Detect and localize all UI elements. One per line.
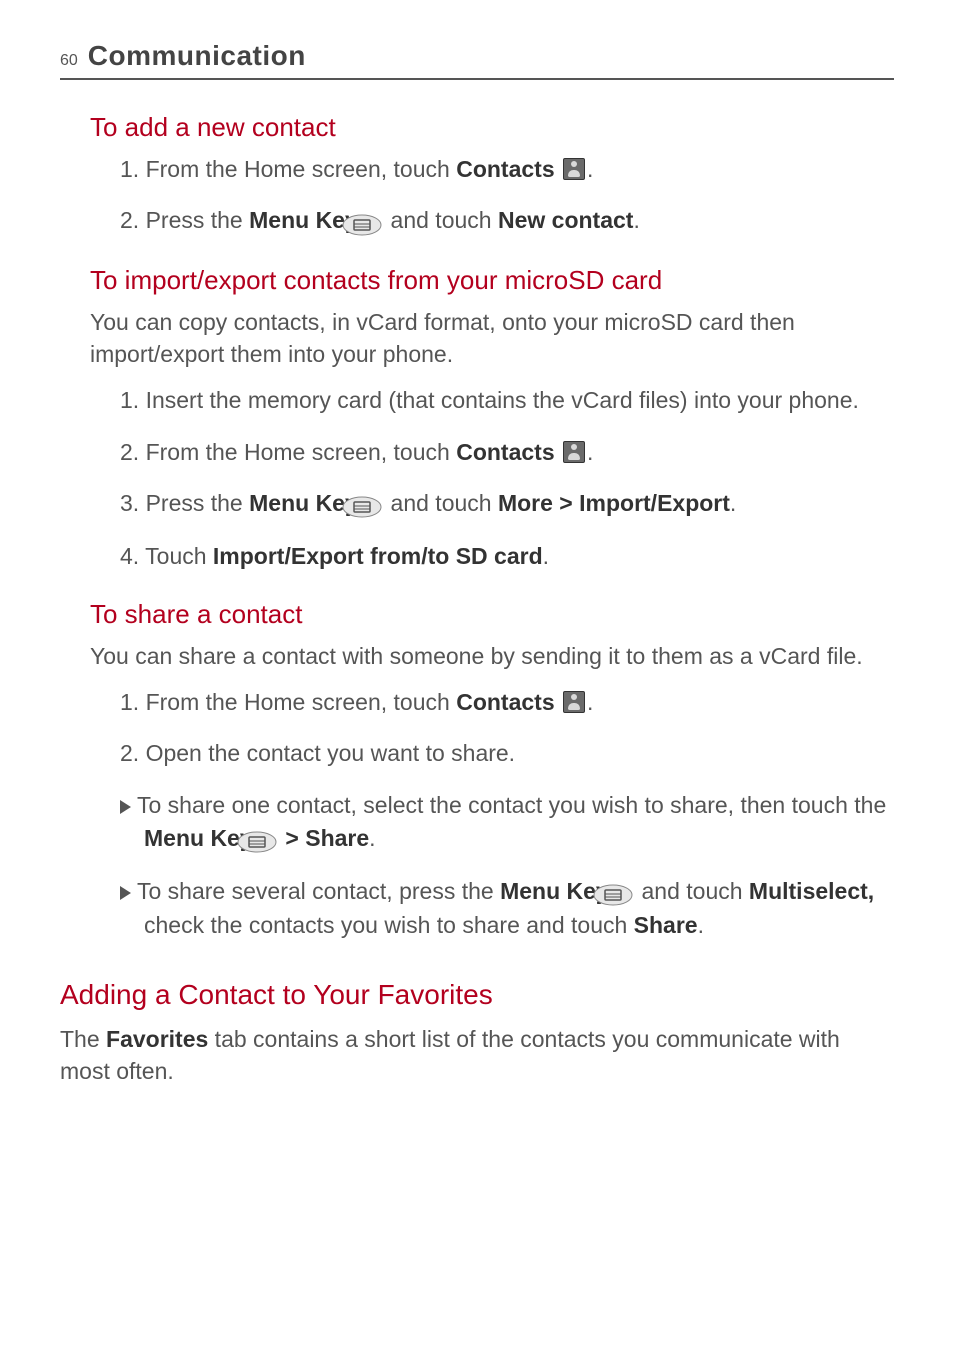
page: 60 Communication To add a new contact 1.… [0,0,954,1161]
text: 1. From the Home screen, touch [120,689,456,715]
paragraph: You can copy contacts, in vCard format, … [90,306,894,370]
text: . [543,543,549,569]
text: and touch [642,878,749,904]
text: 4. Touch [120,543,213,569]
bold-text: Contacts [456,439,554,465]
steps-import-export: 1. Insert the memory card (that contains… [120,384,894,573]
bold-text: Import/Export from/to SD card [213,543,543,569]
text: and touch [391,490,498,516]
menu-key-icon [617,876,633,909]
text: To share one contact, select the contact… [137,792,886,818]
step-item: 3. Press the Menu Key and touch More > I… [120,487,894,522]
step-item: 2. Open the contact you want to share. [120,737,894,770]
step-item: 4. Touch Import/Export from/to SD card. [120,540,894,573]
steps-share-contact: 1. From the Home screen, touch Contacts … [120,686,894,771]
bullet-item: To share one contact, select the contact… [120,789,894,857]
heading-add-contact: To add a new contact [90,112,894,143]
bold-text: More > Import/Export [498,490,730,516]
paragraph: The Favorites tab contains a short list … [60,1023,894,1087]
text: check the contacts you wish to share and… [144,912,634,938]
bold-text: Contacts [456,689,554,715]
text: 3. Press the [120,490,249,516]
step-item: 2. Press the Menu Key and touch New cont… [120,204,894,239]
text: . [587,439,593,465]
menu-key-icon [261,823,277,856]
heading-share-contact: To share a contact [90,599,894,630]
text: . [369,825,375,851]
bold-text: Share [634,912,698,938]
text: and touch [391,207,498,233]
text: 1. From the Home screen, touch [120,156,456,182]
page-header: 60 Communication [60,40,894,80]
page-content: To add a new contact 1. From the Home sc… [60,112,894,1087]
step-item: 1. Insert the memory card (that contains… [120,384,894,417]
step-item: 1. From the Home screen, touch Contacts … [120,153,894,186]
bold-text: New contact [498,207,633,233]
contacts-icon [563,441,585,463]
text: 2. Press the [120,207,249,233]
bold-text: > Share [285,825,369,851]
text: To share several contact, press the [137,878,500,904]
contacts-icon [563,691,585,713]
steps-add-contact: 1. From the Home screen, touch Contacts … [120,153,894,239]
text: . [587,689,593,715]
triangle-bullet-icon [120,886,131,900]
menu-key-icon [366,488,382,521]
page-number: 60 [60,52,78,70]
text: . [587,156,593,182]
heading-favorites: Adding a Contact to Your Favorites [60,979,894,1011]
bullets-share: To share one contact, select the contact… [120,789,894,943]
text: . [730,490,736,516]
paragraph: You can share a contact with someone by … [90,640,894,672]
triangle-bullet-icon [120,800,131,814]
text: . [633,207,639,233]
bold-text: Favorites [106,1026,208,1052]
contacts-icon [563,158,585,180]
text: . [698,912,704,938]
bold-text: Multiselect, [749,878,874,904]
step-item: 2. From the Home screen, touch Contacts … [120,436,894,469]
section-title: Communication [88,40,306,72]
bullet-item: To share several contact, press the Menu… [120,875,894,943]
bold-text: Contacts [456,156,554,182]
menu-key-icon [366,206,382,239]
text: The [60,1026,106,1052]
step-item: 1. From the Home screen, touch Contacts … [120,686,894,719]
text: 2. From the Home screen, touch [120,439,456,465]
heading-import-export: To import/export contacts from your micr… [90,265,894,296]
